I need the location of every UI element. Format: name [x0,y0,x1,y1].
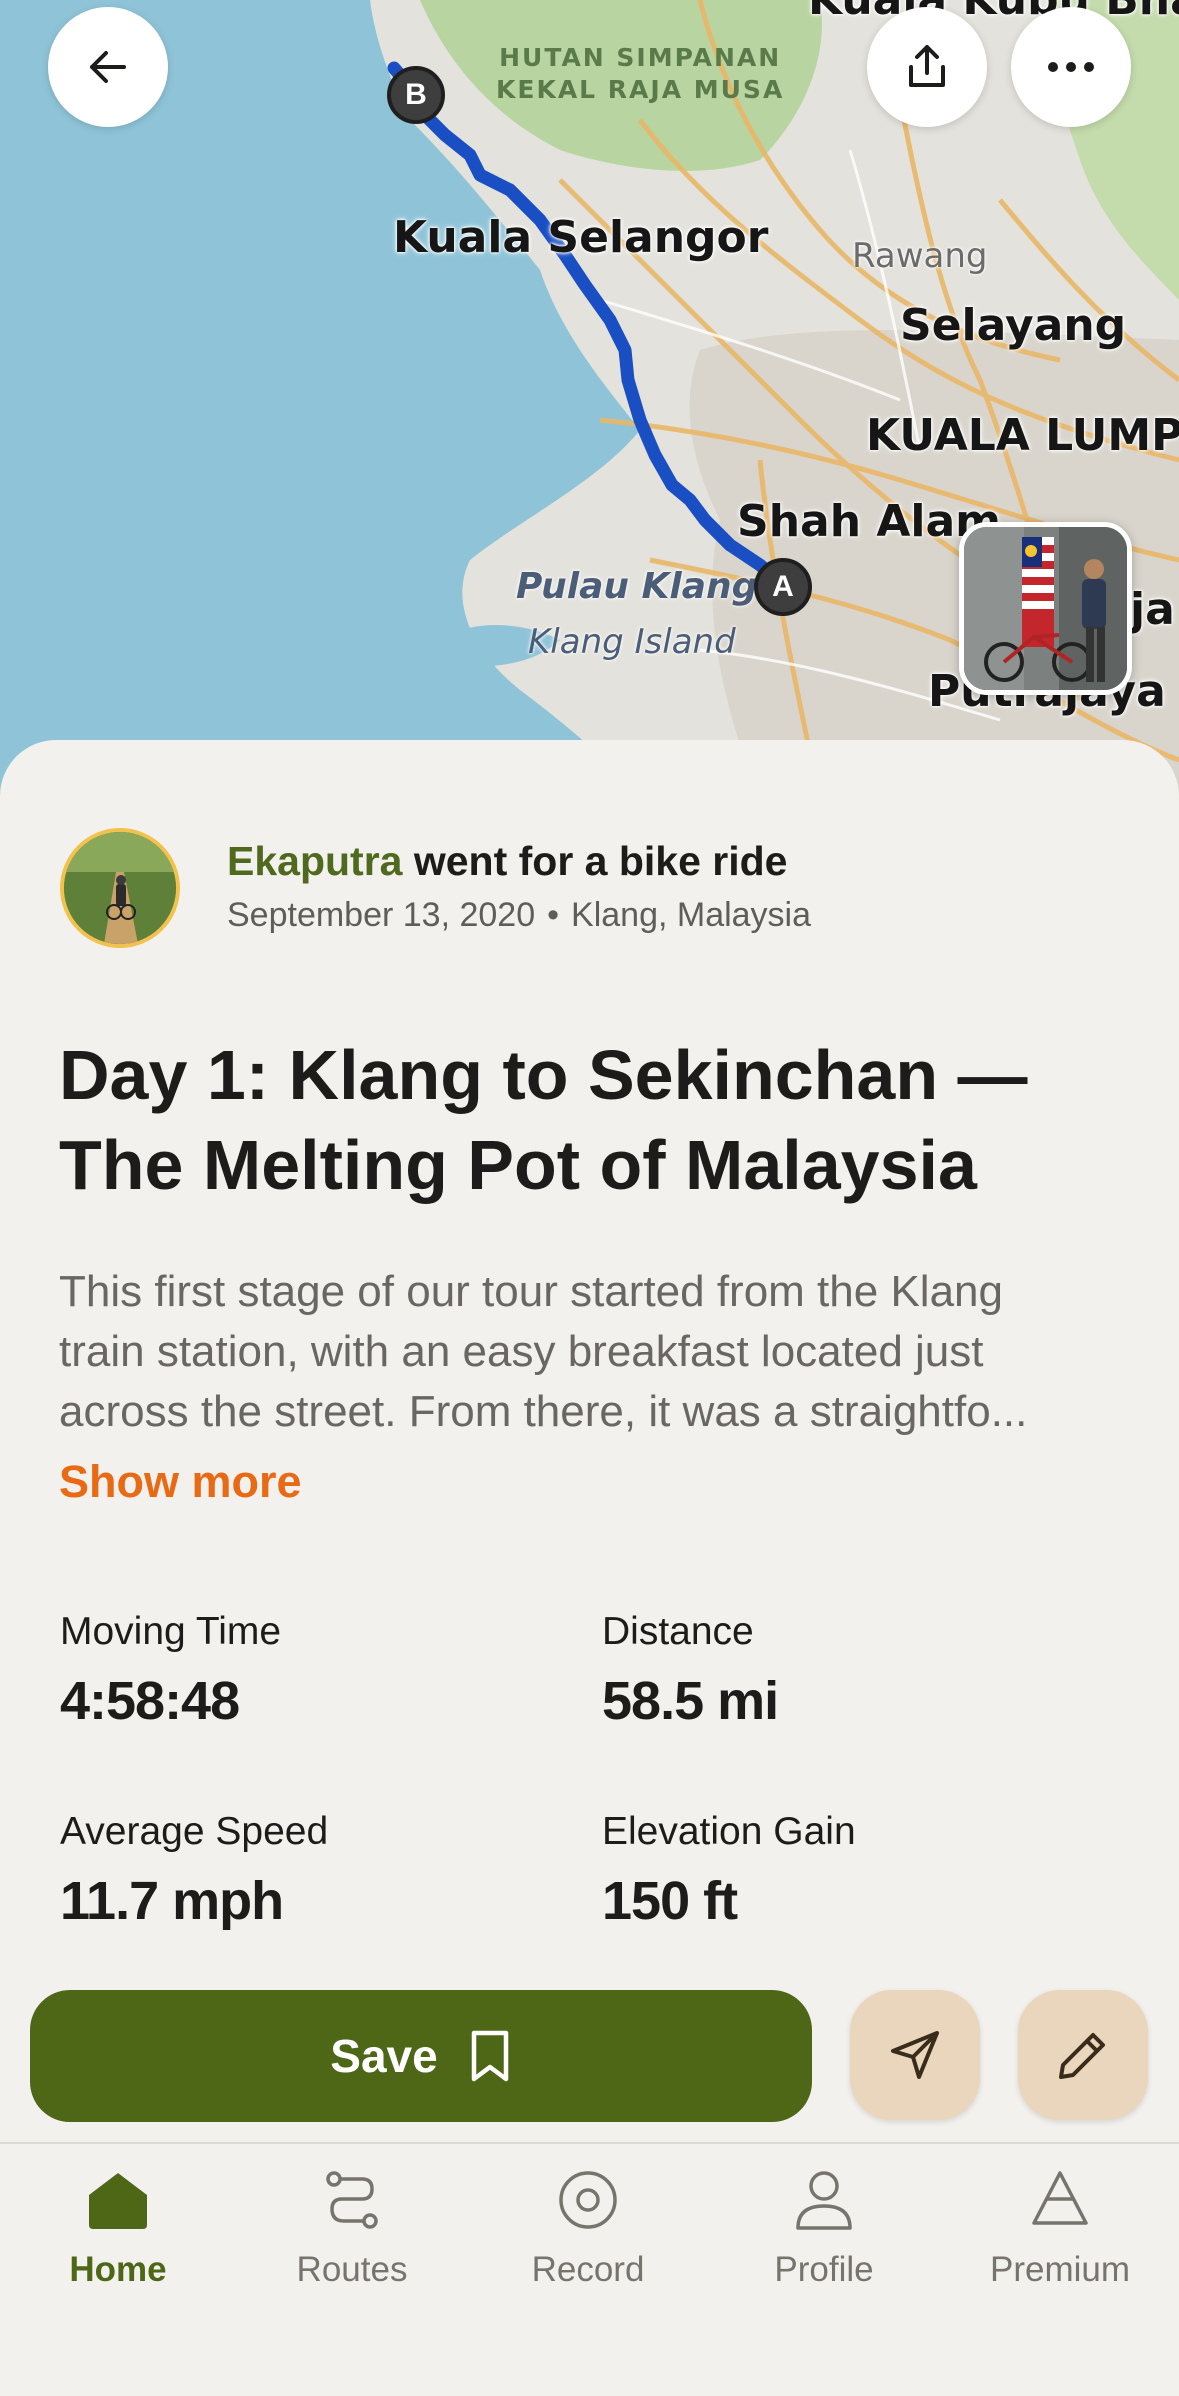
tab-record[interactable]: Record [478,2162,698,2302]
activity-photo-thumbnail[interactable] [959,522,1132,695]
photo-image [964,527,1127,690]
show-more-link[interactable]: Show more [59,1456,302,1508]
back-button[interactable] [48,7,168,127]
more-button[interactable] [1011,7,1131,127]
premium-icon [1032,2171,1088,2225]
send-button[interactable] [850,1990,980,2120]
save-button[interactable]: Save [30,1990,812,2122]
activity-description: This first stage of our tour started fro… [59,1262,1129,1442]
stat-label-moving-time: Moving Time [60,1610,282,1653]
more-horizontal-icon [1048,62,1094,72]
map-label-klang-island: Klang Island [528,622,736,662]
bookmark-icon [471,2030,508,2082]
activity-date: September 13, 2020 [227,896,536,934]
stat-value-moving-time: 4:58:48 [60,1671,240,1731]
pencil-icon [1059,2033,1105,2079]
tab-home-label: Home [69,2250,167,2289]
tab-profile[interactable]: Profile [714,2162,934,2302]
description-line: across the street. From there, it was a … [59,1387,1028,1436]
description-line: train station, with an easy breakfast lo… [59,1327,984,1376]
map-label-selayang: Selayang [900,300,1127,351]
map-label-forest-line1: HUTAN SIMPANAN [499,43,782,72]
home-icon [89,2173,147,2229]
activity-title: Day 1: Klang to Sekinchan — The Melting … [59,1036,1028,1204]
activity-action: went for a bike ride [402,838,788,884]
share-icon [909,45,945,87]
tab-premium[interactable]: Premium [950,2162,1170,2302]
share-button[interactable] [867,7,987,127]
activity-headline: Ekaputra went for a bike ride [227,838,788,885]
map-label-kuala-kubu: Kuala Kubu Bharu [808,0,1179,25]
map-label-kuala-selangor: Kuala Selangor [393,212,769,263]
map-label-cyberjaya: ja [1130,584,1175,635]
map-label-forest-line2: KEKAL RAJA MUSA [496,75,785,104]
map-label-rawang: Rawang [852,236,988,276]
record-icon [559,2171,617,2229]
avatar[interactable] [60,828,180,948]
avatar-image [64,832,176,944]
tab-routes-label: Routes [296,2250,408,2289]
route-end-marker[interactable]: B [387,66,445,124]
stat-label-average-speed: Average Speed [60,1810,329,1853]
tab-home[interactable]: Home [8,2162,228,2302]
activity-meta: September 13, 2020 • Klang, Malaysia [227,896,811,935]
stat-value-average-speed: 11.7 mph [60,1871,284,1931]
edit-button[interactable] [1018,1990,1148,2120]
user-name-link[interactable]: Ekaputra [227,838,402,884]
stat-value-elevation-gain: 150 ft [602,1871,738,1931]
routes-icon [326,2171,378,2229]
route-map[interactable]: Kuala Kubu Bharu HUTAN SIMPANAN KEKAL RA… [0,0,1179,800]
arrow-left-icon [90,51,126,83]
send-icon [891,2031,939,2079]
stat-label-elevation-gain: Elevation Gain [602,1810,856,1853]
tab-profile-label: Profile [774,2250,874,2289]
stat-value-distance: 58.5 mi [602,1671,779,1731]
route-start-marker[interactable]: A [754,558,812,616]
map-label-kuala-lumpur: KUALA LUMPUR [866,410,1179,461]
stat-label-distance: Distance [602,1610,754,1653]
profile-icon [796,2171,852,2230]
description-line: This first stage of our tour started fro… [59,1267,1003,1316]
map-label-forest-reserve: HUTAN SIMPANAN KEKAL RAJA MUSA [496,42,784,106]
save-button-label: Save [330,2030,438,2082]
tab-record-label: Record [531,2250,645,2289]
tab-premium-label: Premium [989,2250,1131,2289]
activity-location: Klang, Malaysia [571,896,812,934]
meta-separator: • [547,896,560,934]
map-label-pulau-klang: Pulau Klang [516,566,758,607]
tab-routes[interactable]: Routes [242,2162,462,2302]
